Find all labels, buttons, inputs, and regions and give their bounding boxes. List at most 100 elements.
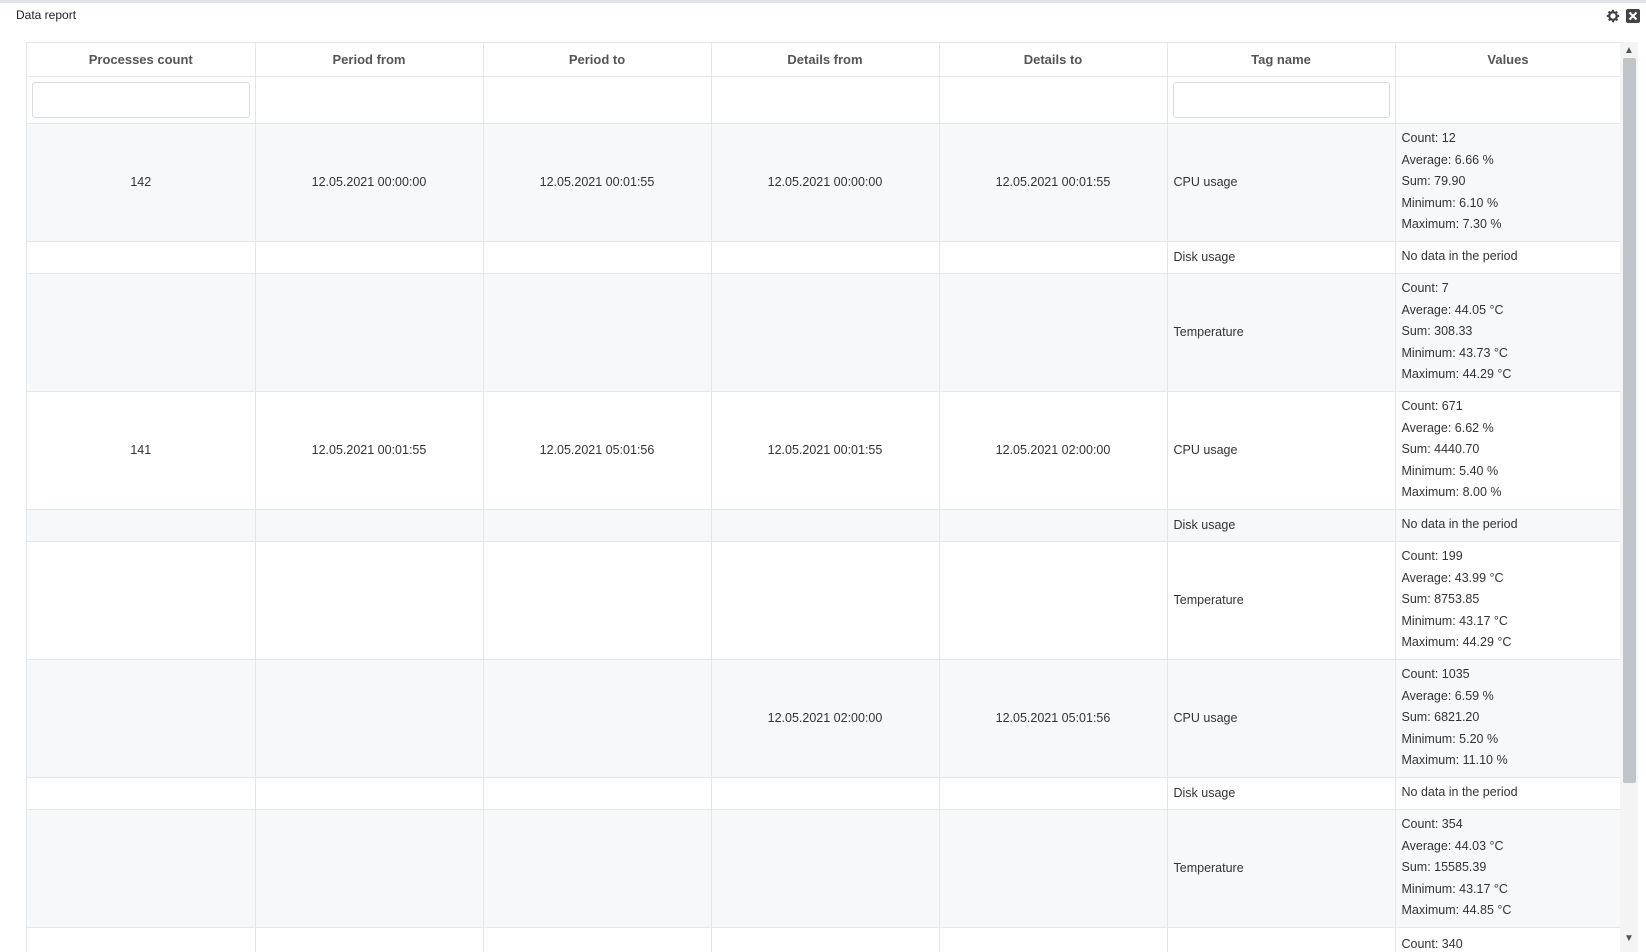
period-to-cell: [483, 509, 712, 542]
table-row[interactable]: Disk usage No data in the period: [27, 509, 1620, 542]
value-line: No data in the period: [1401, 517, 1518, 532]
tag-name-cell: CPU usage: [1167, 123, 1396, 242]
value-line: Maximum: 8.00 %: [1401, 485, 1502, 500]
settings-button[interactable]: [1604, 9, 1622, 27]
tag-filter-input[interactable]: [1172, 81, 1390, 118]
period-from-cell: [255, 659, 484, 778]
period-to-cell: [483, 927, 712, 952]
period-to-cell: [483, 541, 712, 660]
value-line: Sum: 6821.20: [1401, 710, 1480, 725]
period-from-cell: 12.05.2021 00:00:00: [255, 123, 484, 242]
values-cell: Count: 1035 Average: 6.59 % Sum: 6821.20…: [1395, 659, 1620, 778]
period-from-cell: [255, 509, 484, 542]
close-button[interactable]: [1624, 8, 1642, 29]
report-grid: Processes count Period from Period to De…: [26, 42, 1620, 952]
period-from-cell: [255, 241, 484, 274]
column-header-tag-name[interactable]: Tag name: [1167, 43, 1396, 77]
processes-filter-input[interactable]: [32, 81, 250, 118]
value-line: Count: 199: [1401, 549, 1463, 564]
value-line: Count: 12: [1401, 131, 1456, 146]
table-row[interactable]: Disk usage No data in the period: [27, 241, 1620, 274]
details-from-cell: 12.05.2021 00:00:00: [711, 123, 940, 242]
tag-name-cell: [1167, 927, 1396, 952]
processes-count-cell: [27, 541, 256, 660]
column-header-details-to[interactable]: Details to: [939, 43, 1168, 77]
filter-cell-empty: [1395, 76, 1620, 124]
tag-name-cell: Temperature: [1167, 273, 1396, 392]
period-to-cell: [483, 273, 712, 392]
details-from-cell: [711, 241, 940, 274]
details-to-cell: [939, 927, 1168, 952]
processes-count-cell: [27, 509, 256, 542]
processes-count-cell: [27, 777, 256, 810]
gear-icon: [1605, 8, 1621, 29]
period-from-cell: [255, 273, 484, 392]
tag-name-cell: Disk usage: [1167, 509, 1396, 542]
chevron-down-icon[interactable]: ▼: [1620, 930, 1638, 946]
details-from-cell: [711, 809, 940, 928]
value-line: Sum: 15585.39: [1401, 860, 1487, 875]
column-header-details-from[interactable]: Details from: [711, 43, 940, 77]
value-line: Minimum: 6.10 %: [1401, 195, 1499, 210]
value-line: Minimum: 43.73 °C: [1401, 345, 1508, 360]
tag-name-cell: CPU usage: [1167, 391, 1396, 510]
value-line: Maximum: 44.29 °C: [1401, 367, 1512, 382]
details-from-cell: [711, 541, 940, 660]
column-header-period-from[interactable]: Period from: [255, 43, 484, 77]
value-line: Sum: 8753.85: [1401, 592, 1480, 607]
details-to-cell: 12.05.2021 00:01:55: [939, 123, 1168, 242]
value-line: Count: 1035: [1401, 667, 1470, 682]
period-to-cell: [483, 659, 712, 778]
values-cell: No data in the period: [1395, 777, 1620, 810]
tag-name-cell: Disk usage: [1167, 777, 1396, 810]
details-to-cell: [939, 509, 1168, 542]
values-cell: No data in the period: [1395, 241, 1620, 274]
data-report-panel: Data report Processes count Period from …: [0, 0, 1646, 952]
header-row: Processes count Period from Period to De…: [27, 43, 1620, 77]
table-row[interactable]: 12.05.2021 02:00:00 12.05.2021 05:01:56 …: [27, 659, 1620, 778]
table-row[interactable]: Temperature Count: 199 Average: 43.99 °C…: [27, 541, 1620, 660]
filter-cell-empty: [711, 76, 940, 124]
processes-count-cell: [27, 659, 256, 778]
table-row[interactable]: Count: 340: [27, 927, 1620, 952]
value-line: Minimum: 43.17 °C: [1401, 881, 1508, 896]
table-row[interactable]: Disk usage No data in the period: [27, 777, 1620, 810]
tag-name-cell: Temperature: [1167, 809, 1396, 928]
column-header-period-to[interactable]: Period to: [483, 43, 712, 77]
table-row[interactable]: Temperature Count: 7 Average: 44.05 °C S…: [27, 273, 1620, 392]
vertical-scrollbar[interactable]: ▲ ▼: [1620, 42, 1638, 952]
chevron-up-icon[interactable]: ▲: [1620, 42, 1638, 58]
table-row[interactable]: 142 12.05.2021 00:00:00 12.05.2021 00:01…: [27, 123, 1620, 242]
value-line: Average: 6.62 %: [1401, 420, 1494, 435]
value-line: No data in the period: [1401, 785, 1518, 800]
value-line: Maximum: 7.30 %: [1401, 217, 1502, 232]
value-line: Average: 44.03 °C: [1401, 838, 1504, 853]
filter-cell-empty: [483, 76, 712, 124]
value-line: No data in the period: [1401, 249, 1518, 264]
processes-count-cell: [27, 273, 256, 392]
filter-cell-empty: [255, 76, 484, 124]
panel-title: Data report: [16, 8, 77, 22]
scrollbar-thumb[interactable]: [1623, 58, 1636, 783]
details-to-cell: 12.05.2021 02:00:00: [939, 391, 1168, 510]
tag-name-cell: Temperature: [1167, 541, 1396, 660]
period-to-cell: [483, 777, 712, 810]
value-line: Sum: 79.90: [1401, 174, 1466, 189]
filter-row: [27, 76, 1620, 124]
details-from-cell: [711, 927, 940, 952]
processes-count-cell: 141: [27, 391, 256, 510]
details-to-cell: [939, 809, 1168, 928]
table-row[interactable]: Temperature Count: 354 Average: 44.03 °C…: [27, 809, 1620, 928]
period-from-cell: 12.05.2021 00:01:55: [255, 391, 484, 510]
values-cell: Count: 199 Average: 43.99 °C Sum: 8753.8…: [1395, 541, 1620, 660]
column-header-processes-count[interactable]: Processes count: [27, 43, 256, 77]
close-icon: [1625, 8, 1641, 29]
column-header-values[interactable]: Values: [1395, 43, 1620, 77]
values-cell: Count: 12 Average: 6.66 % Sum: 79.90 Min…: [1395, 123, 1620, 242]
value-line: Sum: 4440.70: [1401, 442, 1480, 457]
period-from-cell: [255, 541, 484, 660]
table-row[interactable]: 141 12.05.2021 00:01:55 12.05.2021 05:01…: [27, 391, 1620, 510]
filter-cell-tag: [1167, 76, 1396, 124]
value-line: Minimum: 5.40 %: [1401, 463, 1499, 478]
value-line: Maximum: 44.85 °C: [1401, 903, 1512, 918]
